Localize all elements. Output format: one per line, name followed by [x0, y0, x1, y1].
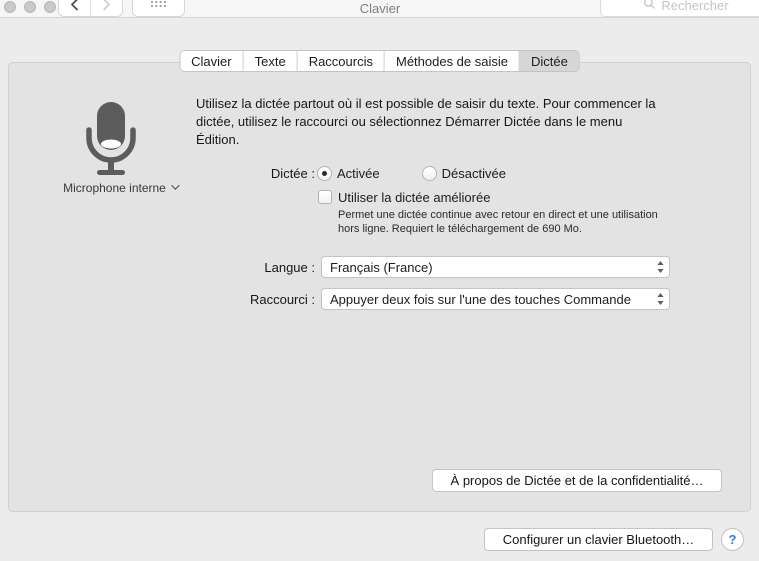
configure-bluetooth-keyboard-button[interactable]: Configurer un clavier Bluetooth…	[484, 528, 713, 551]
enhanced-dictation-row: Utiliser la dictée améliorée	[318, 189, 490, 205]
question-mark-icon: ?	[728, 532, 737, 547]
toolbar: Clavier Rechercher	[0, 0, 759, 18]
zoom-window-button[interactable]	[44, 1, 56, 13]
chevron-left-icon	[70, 0, 79, 14]
enhanced-dictation-help: Permet une dictée continue avec retour e…	[338, 208, 710, 236]
show-all-preferences-button[interactable]	[132, 0, 185, 17]
minimize-window-button[interactable]	[24, 1, 36, 13]
shortcut-value: Appuyer deux fois sur l'une des touches …	[330, 291, 631, 307]
system-preferences-window: Clavier Rechercher Clavier Texte Raccour…	[0, 0, 759, 561]
tab-dictee[interactable]: Dictée	[520, 51, 579, 71]
search-input[interactable]: Rechercher	[600, 0, 759, 17]
description-line: dictée, utilisez le raccourci ou sélecti…	[196, 114, 623, 129]
microphone-source-label: Microphone interne	[63, 181, 166, 195]
language-label: Langue :	[264, 260, 315, 275]
updown-chevrons-icon	[651, 292, 669, 306]
grid-dots-icon	[150, 0, 167, 11]
radio-activee[interactable]	[317, 166, 332, 181]
search-placeholder: Rechercher	[661, 0, 729, 13]
description-line: Édition.	[196, 132, 240, 147]
chevron-right-icon	[102, 0, 111, 14]
help-button[interactable]: ?	[721, 528, 744, 551]
dictation-description: Utilisez la dictée partout où il est pos…	[196, 95, 716, 149]
enhanced-dictation-checkbox[interactable]	[318, 190, 332, 204]
search-icon	[643, 0, 656, 13]
tab-bar: Clavier Texte Raccourcis Méthodes de sai…	[179, 50, 580, 72]
radio-activee-label: Activée	[337, 166, 380, 181]
window-title: Clavier	[359, 1, 401, 16]
tab-clavier[interactable]: Clavier	[180, 51, 244, 71]
dictation-label: Dictée :	[270, 166, 315, 181]
description-line: Utilisez la dictée partout où il est pos…	[196, 96, 656, 111]
enhanced-dictation-label: Utiliser la dictée améliorée	[338, 189, 491, 205]
radio-desactivee-label: Désactivée	[441, 166, 506, 181]
tab-methodes-de-saisie[interactable]: Méthodes de saisie	[384, 51, 520, 71]
updown-chevrons-icon	[651, 260, 669, 274]
dictation-radio-group: Activée Désactivée	[317, 165, 506, 182]
shortcut-popup[interactable]: Appuyer deux fois sur l'une des touches …	[321, 288, 670, 310]
help-line: Permet une dictée continue avec retour e…	[338, 209, 658, 221]
microphone-source-selector[interactable]: Microphone interne	[20, 181, 220, 195]
tab-texte[interactable]: Texte	[243, 51, 298, 71]
tab-raccourcis[interactable]: Raccourcis	[297, 51, 385, 71]
radio-desactivee[interactable]	[421, 166, 437, 181]
chevron-down-icon	[171, 181, 180, 190]
back-button[interactable]	[59, 0, 90, 16]
language-value: Français (France)	[330, 259, 433, 275]
close-window-button[interactable]	[4, 1, 16, 13]
nav-back-forward-group	[58, 0, 123, 17]
help-line: hors ligne. Requiert le téléchargement d…	[338, 223, 582, 235]
shortcut-label: Raccourci :	[249, 292, 315, 307]
forward-button[interactable]	[91, 0, 122, 16]
language-popup[interactable]: Français (France)	[321, 256, 670, 278]
microphone-icon	[86, 100, 136, 178]
about-dictation-privacy-button[interactable]: À propos de Dictée et de la confidential…	[432, 469, 722, 492]
